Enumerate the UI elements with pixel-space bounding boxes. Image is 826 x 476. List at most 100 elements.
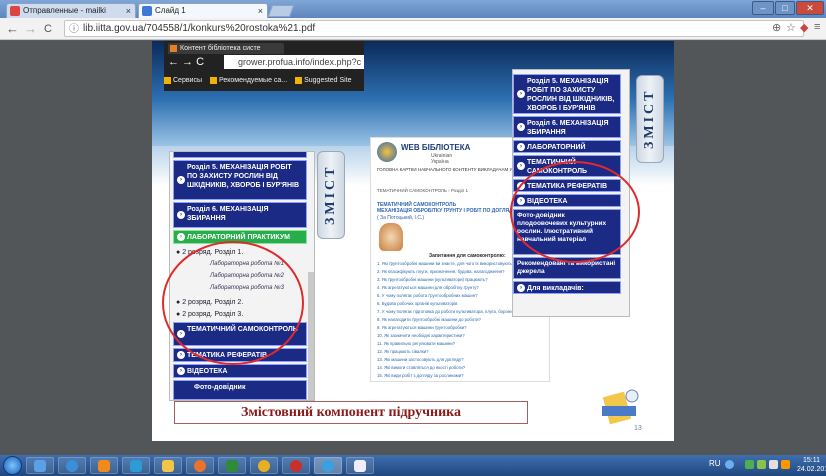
taskbar-app[interactable]: [250, 457, 278, 474]
close-button[interactable]: ✕: [796, 1, 824, 15]
taskbar-app[interactable]: [122, 457, 150, 474]
bookmark-label: Сервисы: [173, 77, 203, 84]
clock[interactable]: 15:11 24.02.2014: [797, 456, 826, 474]
bookmark-item: Suggested Site: [295, 75, 352, 87]
address-bar[interactable]: ⓘ lib.iitta.gov.ua/704558/1/konkurs%20ro…: [64, 20, 804, 37]
menu-item-section5: › Розділ 5. МЕХАНІЗАЦІЯ РОБІТ ПО ЗАХИСТУ …: [173, 160, 307, 200]
menu-icon[interactable]: ≡: [814, 21, 820, 33]
bullet-icon: ›: [177, 233, 185, 241]
breadcrumb: ТЕМАТИЧНИЙ САМОКОНТРОЛЬ › Розділ 1: [377, 188, 469, 193]
tab-label: Отправленные - mailki: [23, 6, 106, 15]
extension-icon[interactable]: ◆: [800, 21, 808, 34]
inner-tab-label: Контент бібліотека систе: [180, 45, 261, 52]
inner-browser-screenshot: Контент бібліотека систе ← → C grower.pr…: [164, 41, 364, 91]
bullet-icon: ›: [517, 283, 525, 292]
question-item: 11. Як правильно регулювати машини?: [377, 341, 456, 346]
bookmark-item: Сервисы: [164, 75, 202, 87]
zoom-icon[interactable]: ⊕: [772, 21, 781, 34]
bullet-icon: ›: [177, 176, 185, 184]
taskbar-app[interactable]: [26, 457, 54, 474]
menu-item-label: Розділ 5. МЕХАНІЗАЦІЯ РОБІТ ПО ЗАХИСТУ Р…: [527, 78, 615, 112]
bullet-icon: ›: [177, 367, 185, 375]
taskbar-app[interactable]: [58, 457, 86, 474]
menu-item-label: ЛАБОРАТОРНИЙ ПРАКТИКУМ: [187, 234, 291, 241]
page-number: 13: [634, 425, 642, 432]
taskbar-app[interactable]: [90, 457, 118, 474]
volume-icon[interactable]: [769, 460, 778, 469]
help-icon[interactable]: [725, 460, 734, 469]
bookmark-label: Рекомендуемые са...: [218, 77, 288, 84]
highlight-circle-left: [162, 241, 304, 365]
apps-icon: [164, 76, 171, 84]
inner-nav-icons: ← → C: [168, 56, 205, 68]
reload-button[interactable]: C: [44, 21, 52, 37]
library-logo-icon: [377, 142, 397, 162]
taskbar-app[interactable]: [218, 457, 246, 474]
inner-url: grower.profua.info/index.php?c: [224, 55, 364, 69]
menu-item-label: Фото-довідник: [194, 384, 246, 391]
question-item: 10. Як зазначити необхідні характеристик…: [377, 333, 465, 338]
firefox-icon: [162, 460, 174, 472]
menu-item-label: Розділ 6. МЕХАНІЗАЦІЯ ЗБИРАННЯ: [187, 206, 269, 222]
menu-item-section6: › Розділ 6. МЕХАНІЗАЦІЯ ЗБИРАННЯ: [513, 116, 621, 138]
menu-item-lab: ›ЛАБОРАТОРНИЙ ПРАКТИКУМ: [513, 140, 621, 160]
taskbar-app[interactable]: [186, 457, 214, 474]
menu-item-label: Розділ 6. МЕХАНІЗАЦІЯ ЗБИРАННЯ: [527, 120, 609, 136]
questions-title: Запитання для самоконтролю:: [429, 253, 506, 259]
ie-icon: [66, 460, 78, 472]
bookmark-label: Suggested Site: [304, 77, 352, 84]
menu-item-teachers: › Для викладачів:: [513, 281, 621, 294]
bullet-icon: ›: [517, 90, 525, 98]
tab-gmail[interactable]: Отправленные - mailki ×: [6, 3, 136, 18]
menu-item-photo: Фото-довідник: [173, 380, 307, 400]
clock-time: 15:11: [803, 457, 820, 464]
taskbar-app[interactable]: [346, 457, 374, 474]
tab-close-icon[interactable]: ×: [258, 4, 263, 18]
question-item: 8. Як налагодити ґрунтообробні машини до…: [377, 317, 481, 322]
minimize-button[interactable]: –: [752, 1, 774, 15]
menu-item-video: › ВІДЕОТЕКА: [173, 364, 307, 378]
question-item: 12. Як працюють сівалки?: [377, 349, 429, 354]
bookmark-item: Рекомендуемые са...: [209, 75, 288, 87]
new-tab-button[interactable]: [267, 5, 295, 17]
illustration-image: [379, 223, 403, 251]
taskbar-app[interactable]: [314, 457, 342, 474]
clock-date: 24.02.2014: [797, 466, 826, 473]
chrome2-icon: [290, 460, 302, 472]
page-author: ( За Потоцький, І.С.): [377, 215, 424, 221]
taskbar-app[interactable]: [154, 457, 182, 474]
zmist-label-right: ЗМІСТ: [636, 75, 664, 163]
star-icon[interactable]: ☆: [786, 21, 796, 34]
language-indicator[interactable]: RU: [709, 459, 721, 468]
question-item: 9. Як агрегатуються машини ґрунтообробки…: [377, 325, 467, 330]
info-icon[interactable]: ⓘ: [69, 22, 79, 37]
tab-slide[interactable]: Слайд 1 ×: [138, 3, 268, 18]
question-item: 15. Які види робіт з догляду за рослинам…: [377, 373, 464, 378]
maximize-button[interactable]: □: [775, 1, 795, 15]
browser-toolbar: ← → C ⓘ lib.iitta.gov.ua/704558/1/konkur…: [0, 18, 826, 40]
forward-button[interactable]: →: [24, 21, 37, 37]
taskbar: RU 15:11 24.02.2014: [0, 455, 826, 476]
flag-icon[interactable]: [781, 460, 790, 469]
tab-close-icon[interactable]: ×: [126, 4, 131, 18]
bullet-icon: ›: [517, 142, 525, 151]
bookmark-icon: [209, 76, 217, 84]
menu-item-label: Для викладачів:: [527, 285, 584, 292]
books-decoration-icon: [602, 389, 639, 425]
start-button[interactable]: [3, 456, 22, 475]
document-app-icon: [354, 460, 366, 472]
gmail-icon: [10, 6, 20, 16]
media-icon: [98, 460, 110, 472]
inner-tab: Контент бібліотека систе: [168, 43, 284, 54]
menu-item-cut: [173, 152, 307, 158]
tray-icon[interactable]: [745, 460, 754, 469]
menu-item-section6: › Розділ 6. МЕХАНІЗАЦІЯ ЗБИРАННЯ: [173, 202, 307, 228]
bookmark-icon: [295, 76, 303, 84]
folder-icon: [130, 460, 142, 472]
taskbar-app[interactable]: [282, 457, 310, 474]
library-subtitle: Україна: [431, 159, 449, 165]
back-button[interactable]: ←: [6, 21, 19, 37]
network-icon[interactable]: [757, 460, 766, 469]
zmist-label-left: ЗМІСТ: [317, 151, 345, 239]
library-title: WEB БІБЛІОТЕКА: [401, 143, 471, 152]
